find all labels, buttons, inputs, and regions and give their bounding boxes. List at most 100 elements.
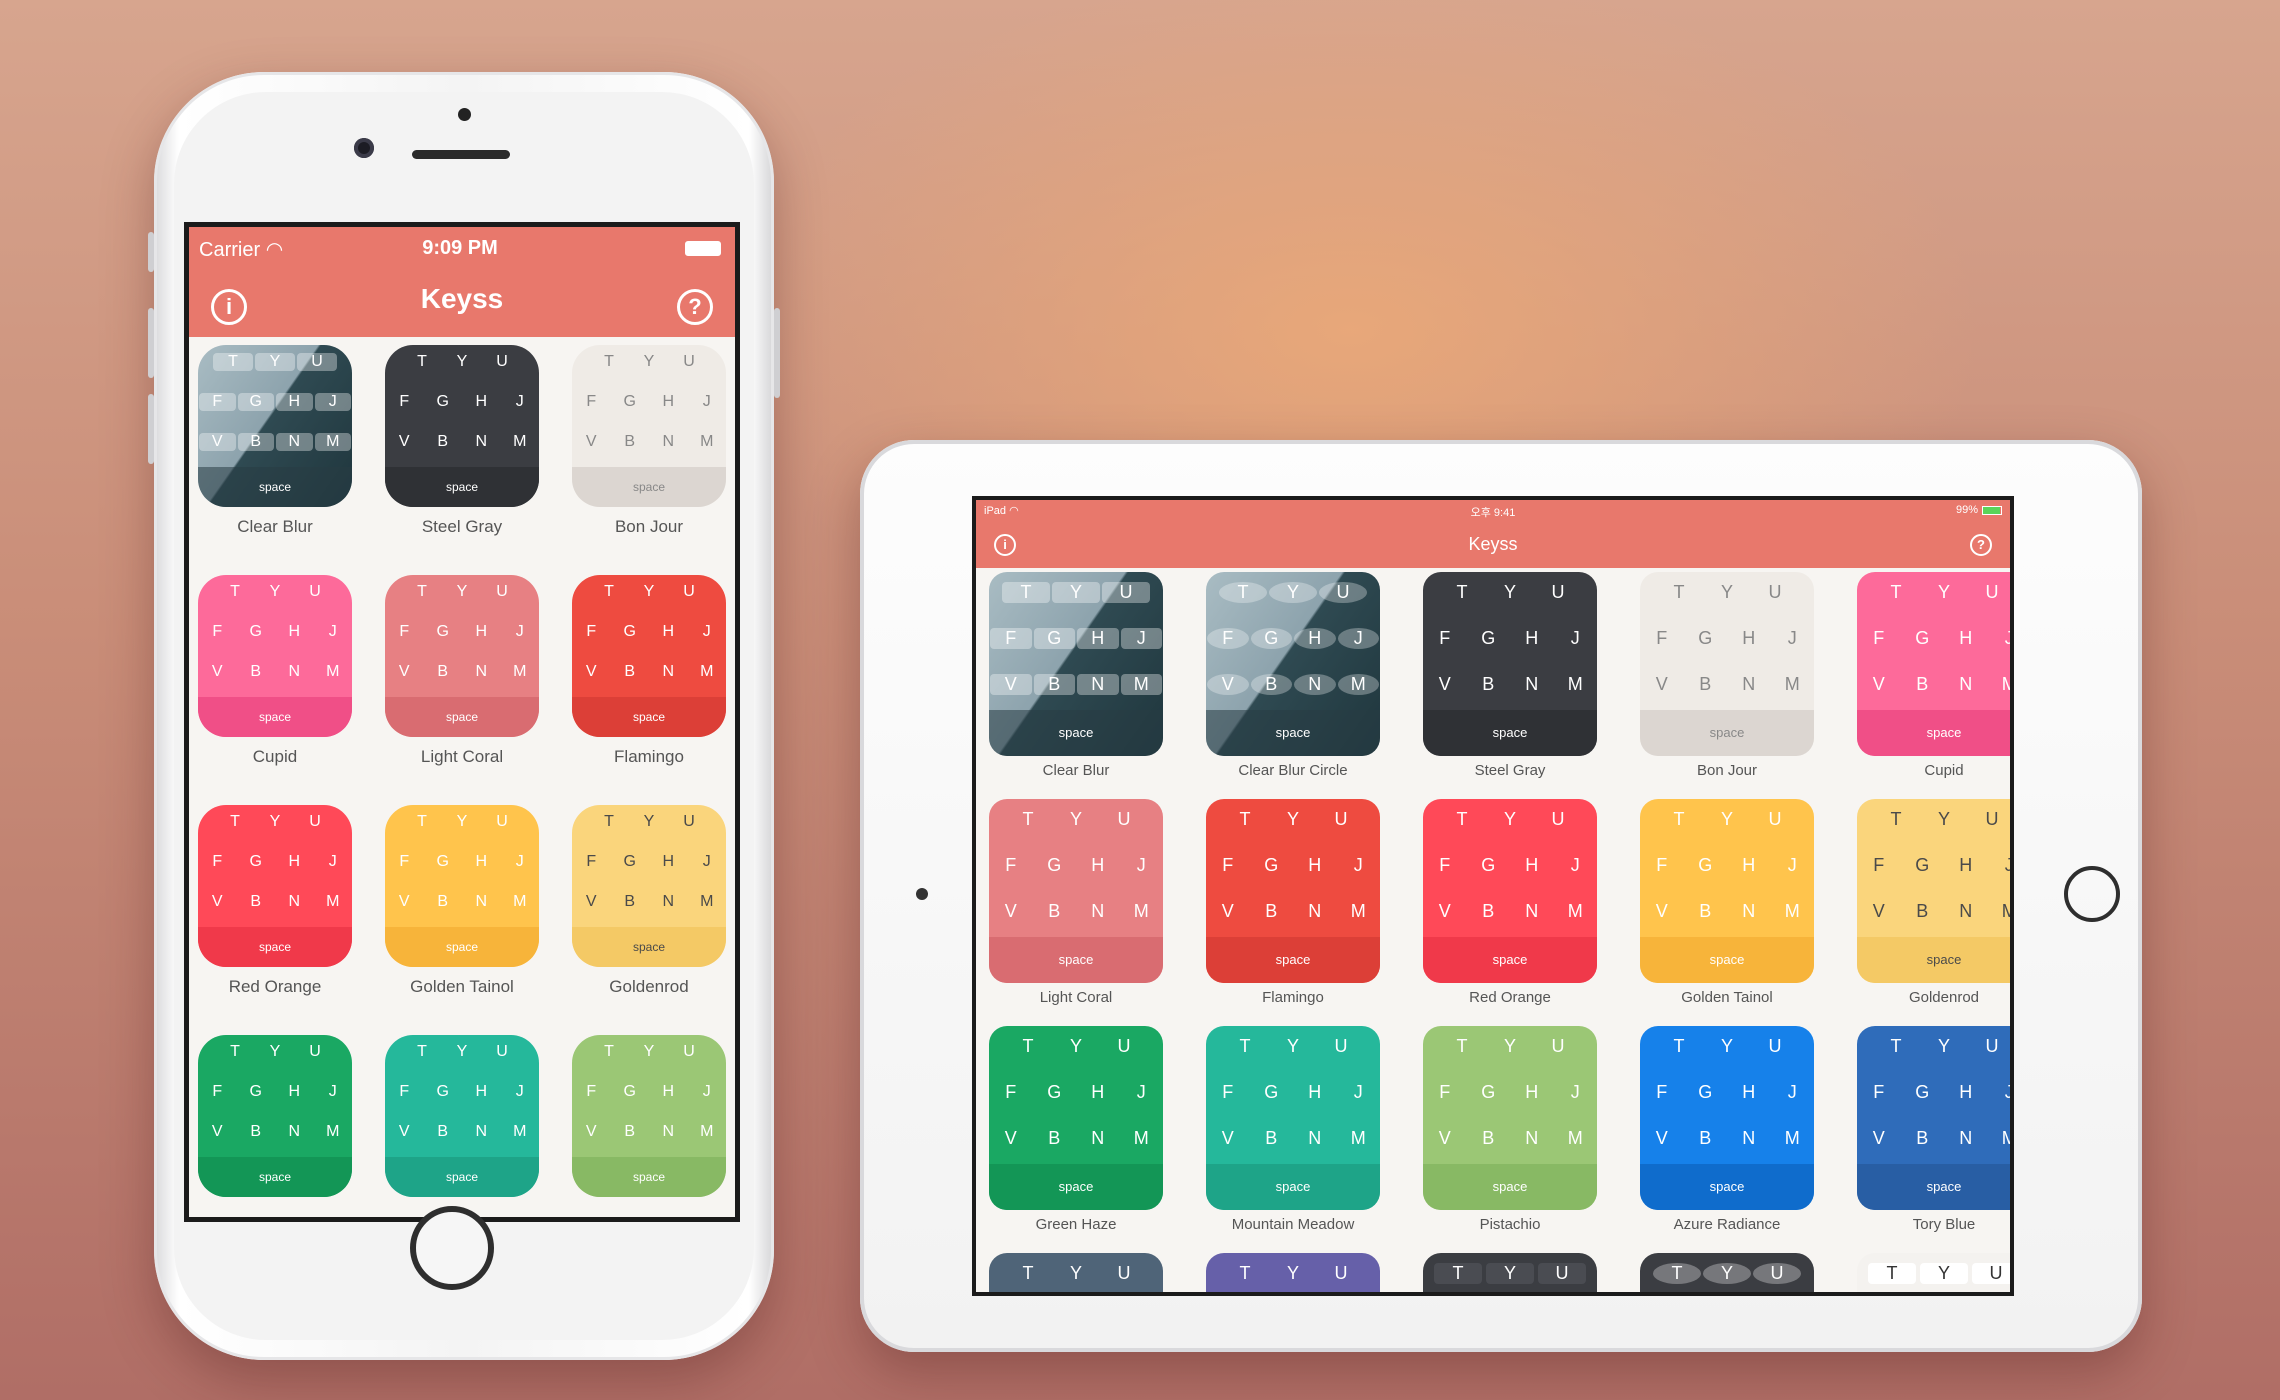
key: M	[513, 663, 527, 680]
theme-item[interactable]: T Y U F G H J V B N Mspace Steel Gray	[372, 345, 552, 537]
theme-item[interactable]: T Y U F G H J V B NMspace Tory Blue	[1844, 1026, 2010, 1233]
theme-item[interactable]: TYUFGHJVBNMspace	[372, 1035, 552, 1207]
theme-item[interactable]: T Y U F G H J V B N Mspace Bon Jour	[559, 345, 735, 537]
theme-preview[interactable]: TYUFGHJVBNMspace	[989, 1026, 1163, 1210]
theme-preview[interactable]: TYUFGHJVBNMspace	[1640, 572, 1814, 756]
theme-item[interactable]: T Y U F G H J V B N Mspace Light Coral	[976, 799, 1176, 1006]
theme-item[interactable]: T Y U F G H J V B N Mspace Azure Radiance	[1627, 1026, 1827, 1233]
theme-item[interactable]: T Y U F G H J V B N Mspace Clear Blur Circle	[1193, 572, 1393, 779]
theme-preview[interactable]: TYUFGHJVBNMspace	[198, 575, 352, 737]
theme-preview[interactable]: TYUFGHJVBNMspace	[1423, 572, 1597, 756]
theme-item[interactable]: TYUFGHJVBNMspace	[976, 1253, 1176, 1292]
theme-item[interactable]: TYUFGHJVBNMspaceGoldenrod	[1844, 799, 2010, 1006]
theme-preview[interactable]: TYUFGHJVBNMspace	[385, 805, 539, 967]
key: H	[288, 1083, 301, 1100]
theme-label: Flamingo	[614, 747, 684, 766]
theme-preview[interactable]: TYUFGHJVBNMspace	[1857, 1253, 2010, 1292]
theme-item[interactable]: T Y U F G H J V B N Mspace Steel Gray	[1410, 572, 1610, 779]
key: T	[1673, 809, 1685, 829]
space-bar: space	[1857, 710, 2010, 756]
key-row: TYU	[198, 583, 352, 601]
theme-preview[interactable]: TYUFGHJVBNMspace	[385, 1035, 539, 1197]
status-time: 오후 9:41	[1470, 507, 1516, 519]
theme-preview[interactable]: TYUFGHJVBNMspace	[1640, 799, 1814, 983]
key-row: VBNM	[1423, 674, 1597, 695]
theme-preview[interactable]: TYUFGHJVBNMspace	[989, 572, 1163, 756]
key: H	[1308, 855, 1322, 875]
key: T	[1890, 582, 1902, 602]
theme-item[interactable]: T Y U F G H J V B N Mspace Flamingo	[559, 575, 735, 767]
theme-item[interactable]: TYUFGHJVBNMspaceGoldenrod	[559, 805, 735, 997]
key: B	[1048, 901, 1061, 921]
theme-item[interactable]: TYUFGHJVBNMspaceCupid	[1844, 572, 2010, 779]
theme-preview[interactable]: TYUFGHJVBNMspace	[385, 345, 539, 507]
theme-preview[interactable]: TYUFGHJVBNMspace	[1857, 572, 2010, 756]
help-icon[interactable]: ?	[677, 289, 713, 325]
theme-item[interactable]: TYUFGHJVBNMspace	[1627, 1253, 1827, 1292]
key-row: VBNM	[1206, 1128, 1380, 1149]
theme-item[interactable]: T Y U F G H J V B N Mspace Clear Blur	[976, 572, 1176, 779]
theme-item[interactable]: T Y U F G H J V B N Mspace Red Orange	[1410, 799, 1610, 1006]
theme-preview[interactable]: TYUFGHJVBNMspace	[1423, 799, 1597, 983]
theme-preview[interactable]: TYUFGHJVBNMspace	[1206, 572, 1380, 756]
theme-preview[interactable]: TYUFGHJVBNMspace	[1423, 1253, 1597, 1292]
theme-preview[interactable]: TYUFGHJVBNMspace	[198, 805, 352, 967]
theme-item[interactable]: TYUFGHJVBNMspace	[559, 1035, 735, 1207]
key: V	[1872, 1128, 1885, 1148]
key-row: VBNM	[385, 893, 539, 911]
theme-preview[interactable]: TYUFGHJVBNMspace	[572, 1035, 726, 1197]
key: N	[662, 893, 675, 910]
theme-preview[interactable]: TYUFGHJVBNMspace	[572, 575, 726, 737]
theme-preview[interactable]: TYUFGHJVBNMspace	[1206, 1253, 1380, 1292]
theme-preview[interactable]: TYUFGHJVBNMspace	[1423, 1026, 1597, 1210]
theme-item[interactable]: TYUFGHJVBNMspace	[189, 1035, 365, 1207]
theme-item[interactable]: T Y U F G H J V B N Mspace Mountain Meadow	[1193, 1026, 1393, 1233]
theme-preview[interactable]: TYUFGHJVBNMspace	[1640, 1253, 1814, 1292]
key: G	[1698, 855, 1713, 875]
theme-item[interactable]: T Y U F G H J V B N Mspace Flamingo	[1193, 799, 1393, 1006]
theme-preview[interactable]: TYUFGHJVBNMspace	[385, 575, 539, 737]
theme-item[interactable]: TYUFGHJVBNMspace	[1844, 1253, 2010, 1292]
theme-item[interactable]: T Y U F G H J V B N Mspace Pistachio	[1410, 1026, 1610, 1233]
home-button[interactable]	[2064, 866, 2120, 922]
home-button[interactable]	[410, 1206, 494, 1290]
help-icon[interactable]: ?	[1970, 534, 1992, 556]
theme-preview[interactable]: TYUFGHJVBNMspace	[989, 799, 1163, 983]
theme-item[interactable]: T Y U F G H J V B N Mspace Red Orange	[189, 805, 365, 997]
theme-item[interactable]: T Y U F G H J V B N Mspace Golden Tainol	[372, 805, 552, 997]
theme-item[interactable]: TYUFGHJVBNMspace	[1410, 1253, 1610, 1292]
key-row: VBNM	[1206, 901, 1380, 922]
theme-item[interactable]: T Y U F G H J V B N Mspace Bon Jour	[1627, 572, 1827, 779]
key: Y	[456, 583, 468, 600]
theme-preview[interactable]: TYUFGHJVBNMspace	[1857, 799, 2010, 983]
theme-preview[interactable]: TYUFGHJVBNMspace	[1857, 1026, 2010, 1210]
theme-item[interactable]: TYUFGHJVBNMspaceCupid	[189, 575, 365, 767]
key: B	[1482, 674, 1495, 694]
key: U	[1551, 809, 1565, 829]
theme-item[interactable]: T Y U F G H J V B N Mspace Light Coral	[372, 575, 552, 767]
key: H	[475, 1083, 488, 1100]
key-row: TYU	[1206, 582, 1380, 603]
key: Y	[269, 813, 281, 830]
theme-item[interactable]: T Y U F G H J V B N Mspace Clear Blur	[189, 345, 365, 537]
theme-item[interactable]: T Y U F G H J V B N Mspace Green Haze	[976, 1026, 1176, 1233]
theme-preview[interactable]: TYUFGHJVBNMspace	[1640, 1026, 1814, 1210]
theme-item[interactable]: TYUFGHJVBNMspace	[1193, 1253, 1393, 1292]
theme-item[interactable]: T Y U F G H J V B N Mspace Golden Tainol	[1627, 799, 1827, 1006]
theme-preview[interactable]: TYUFGHJVBNMspace	[1206, 799, 1380, 983]
key: V	[990, 674, 1032, 695]
key: T	[1219, 582, 1267, 603]
theme-preview[interactable]: TYUFGHJVBNMspace	[989, 1253, 1163, 1292]
theme-preview[interactable]: TYUFGHJVBNMspace	[572, 345, 726, 507]
key: U	[1768, 809, 1782, 829]
key-row: VBNM	[198, 1123, 352, 1141]
theme-preview[interactable]: TYUFGHJVBNMspace	[572, 805, 726, 967]
theme-preview[interactable]: TYUFGHJVBNMspace	[1206, 1026, 1380, 1210]
theme-preview[interactable]: TYUFGHJVBNMspace	[198, 1035, 352, 1197]
key-row: FGHJ	[989, 1082, 1163, 1103]
key: U	[1334, 1263, 1348, 1283]
key: H	[1959, 1082, 1973, 1102]
key: B	[250, 1123, 262, 1140]
key: M	[1988, 1128, 2010, 1149]
theme-preview[interactable]: TYUFGHJVBNMspace	[198, 345, 352, 507]
